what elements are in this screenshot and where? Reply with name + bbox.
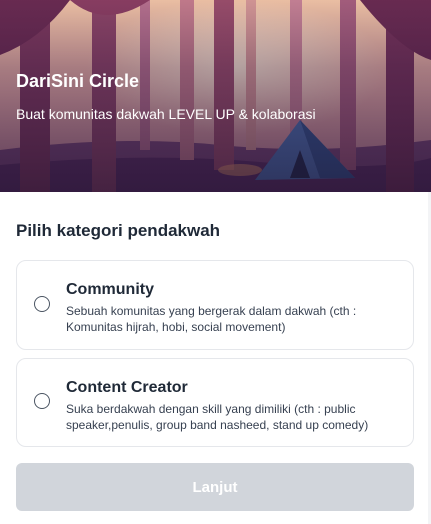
continue-button[interactable]: Lanjut xyxy=(16,463,414,511)
radio-button-content-creator[interactable] xyxy=(34,393,50,409)
option-card-content-creator[interactable]: Content Creator Suka berdakwah dengan sk… xyxy=(16,358,414,447)
option-title: Community xyxy=(66,281,154,298)
option-description: Sebuah komunitas yang bergerak dalam dak… xyxy=(66,304,357,334)
hero-subtitle: Buat komunitas dakwah LEVEL UP & kolabor… xyxy=(16,106,316,122)
option-title: Content Creator xyxy=(66,379,188,396)
section-title: Pilih kategori pendakwah xyxy=(16,221,221,240)
hero-banner: DariSini Circle Buat komunitas dakwah LE… xyxy=(0,0,431,192)
forest-camp-illustration xyxy=(0,0,431,192)
page: DariSini Circle Buat komunitas dakwah LE… xyxy=(0,0,431,524)
hero-title: DariSini Circle xyxy=(16,71,140,91)
radio-button-community[interactable] xyxy=(34,296,50,312)
option-card-community[interactable]: Community Sebuah komunitas yang bergerak… xyxy=(16,260,414,350)
option-description: Suka berdakwah dengan skill yang dimilik… xyxy=(66,402,369,432)
